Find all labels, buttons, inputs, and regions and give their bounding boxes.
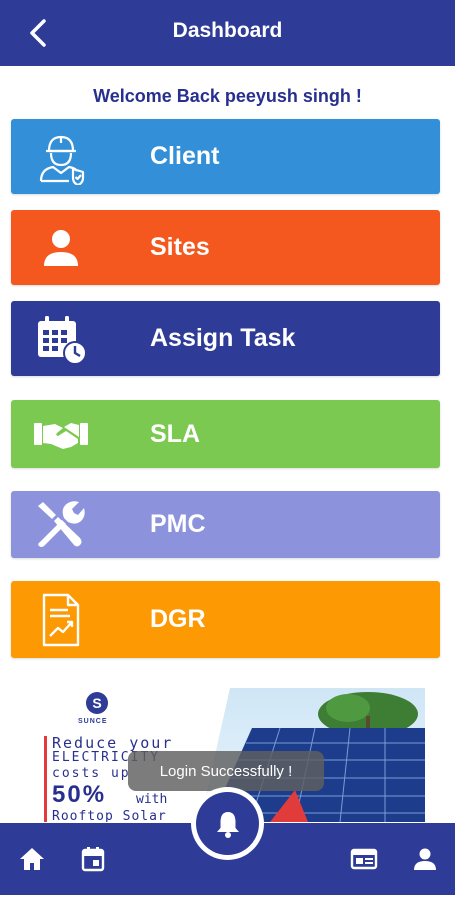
engineer-icon [29, 119, 93, 194]
accent-line [44, 736, 47, 822]
home-icon [20, 848, 44, 870]
person-icon [29, 210, 93, 285]
brand-name: SUNCE [78, 718, 108, 725]
welcome-message: Welcome Back peeyush singh ! [93, 86, 362, 106]
notifications-button[interactable] [196, 792, 259, 855]
bell-icon [216, 811, 239, 838]
banner-percent: 50% [52, 781, 107, 808]
id-card-icon [350, 848, 378, 870]
tile-label: Client [150, 142, 220, 170]
calendar-icon [81, 847, 105, 872]
calendar-clock-icon [29, 301, 93, 376]
toast-message: Login Successfully ! [128, 751, 324, 791]
person-icon [414, 848, 436, 870]
tile-sites[interactable]: Sites [11, 210, 440, 285]
tile-label: DGR [150, 605, 206, 633]
page-title: Dashboard [172, 19, 283, 42]
banner-line: costs up [52, 766, 131, 781]
banner-line: Rooftop Solar [52, 809, 167, 822]
tile-client[interactable]: Client [11, 119, 440, 194]
tile-pmc[interactable]: PMC [11, 491, 440, 558]
home-button[interactable] [9, 823, 55, 895]
app-bar: Dashboard [0, 0, 455, 66]
id-card-button[interactable] [341, 823, 387, 895]
tile-sla[interactable]: SLA [11, 400, 440, 468]
svg-text:S: S [92, 695, 101, 711]
tile-assign-task[interactable]: Assign Task [11, 301, 440, 376]
tile-dgr[interactable]: DGR [11, 581, 440, 658]
tools-icon [29, 491, 93, 558]
tile-label: Assign Task [150, 324, 296, 352]
report-icon [29, 581, 93, 658]
profile-button[interactable] [402, 823, 448, 895]
handshake-icon [29, 400, 93, 468]
banner-line: with [136, 792, 168, 807]
tile-label: PMC [150, 510, 206, 538]
tile-label: Sites [150, 233, 210, 261]
tile-label: SLA [150, 419, 200, 448]
calendar-button[interactable] [70, 823, 116, 895]
